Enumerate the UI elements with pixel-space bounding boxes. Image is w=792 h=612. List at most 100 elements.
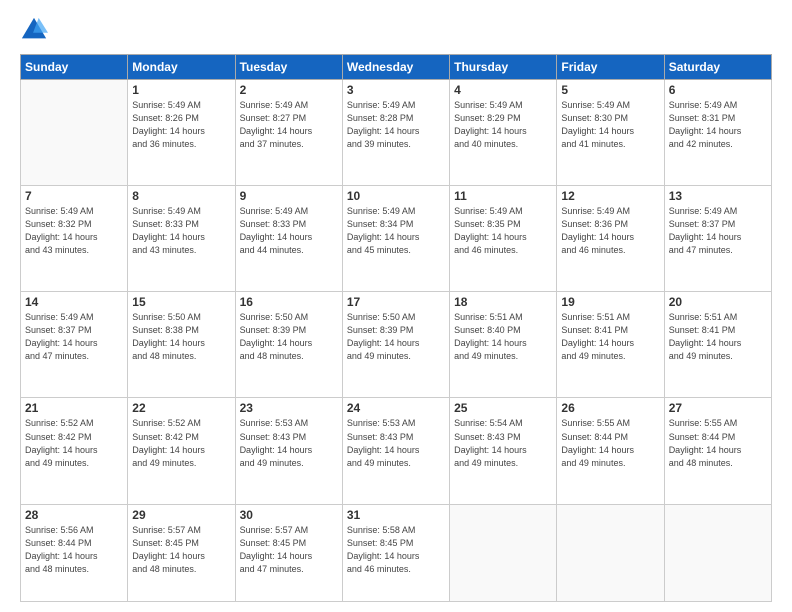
day-number: 15 (132, 295, 230, 309)
weekday-header-tuesday: Tuesday (235, 55, 342, 80)
day-info: Sunrise: 5:51 AM Sunset: 8:41 PM Dayligh… (561, 311, 659, 363)
calendar-cell: 9 Sunrise: 5:49 AM Sunset: 8:33 PM Daylig… (235, 186, 342, 292)
week-row-4: 21 Sunrise: 5:52 AM Sunset: 8:42 PM Dayli… (21, 398, 772, 504)
day-number: 28 (25, 508, 123, 522)
day-number: 5 (561, 83, 659, 97)
day-number: 17 (347, 295, 445, 309)
day-number: 2 (240, 83, 338, 97)
day-number: 24 (347, 401, 445, 415)
day-number: 18 (454, 295, 552, 309)
day-number: 13 (669, 189, 767, 203)
calendar-cell: 1Sunrise: 5:49 AM Sunset: 8:26 PM Daylig… (128, 80, 235, 186)
calendar-cell: 8Sunrise: 5:49 AM Sunset: 8:33 PM Daylig… (128, 186, 235, 292)
weekday-header-thursday: Thursday (450, 55, 557, 80)
calendar-cell: 18 Sunrise: 5:51 AM Sunset: 8:40 PM Dayli… (450, 292, 557, 398)
week-row-1: 1Sunrise: 5:49 AM Sunset: 8:26 PM Daylig… (21, 80, 772, 186)
day-info: Sunrise: 5:50 AM Sunset: 8:39 PM Dayligh… (347, 311, 445, 363)
weekday-header-sunday: Sunday (21, 55, 128, 80)
calendar-cell: 13 Sunrise: 5:49 AM Sunset: 8:37 PM Dayli… (664, 186, 771, 292)
day-info: Sunrise: 5:53 AM Sunset: 8:43 PM Dayligh… (240, 417, 338, 469)
calendar-cell: 26 Sunrise: 5:55 AM Sunset: 8:44 PM Dayli… (557, 398, 664, 504)
calendar-cell: 19 Sunrise: 5:51 AM Sunset: 8:41 PM Dayli… (557, 292, 664, 398)
day-info: Sunrise: 5:49 AM Sunset: 8:30 PM Dayligh… (561, 99, 659, 151)
calendar-cell: 11 Sunrise: 5:49 AM Sunset: 8:35 PM Dayli… (450, 186, 557, 292)
calendar-cell: 27 Sunrise: 5:55 AM Sunset: 8:44 PM Dayli… (664, 398, 771, 504)
day-info: Sunrise: 5:58 AM Sunset: 8:45 PM Dayligh… (347, 524, 445, 576)
calendar-cell: 20 Sunrise: 5:51 AM Sunset: 8:41 PM Dayli… (664, 292, 771, 398)
day-info: Sunrise: 5:54 AM Sunset: 8:43 PM Dayligh… (454, 417, 552, 469)
day-info: Sunrise: 5:49 AM Sunset: 8:29 PM Dayligh… (454, 99, 552, 151)
day-number: 22 (132, 401, 230, 415)
day-info: Sunrise: 5:51 AM Sunset: 8:41 PM Dayligh… (669, 311, 767, 363)
day-number: 29 (132, 508, 230, 522)
weekday-header-wednesday: Wednesday (342, 55, 449, 80)
calendar-cell: 15 Sunrise: 5:50 AM Sunset: 8:38 PM Dayli… (128, 292, 235, 398)
day-info: Sunrise: 5:52 AM Sunset: 8:42 PM Dayligh… (25, 417, 123, 469)
day-number: 8 (132, 189, 230, 203)
day-info: Sunrise: 5:57 AM Sunset: 8:45 PM Dayligh… (132, 524, 230, 576)
day-info: Sunrise: 5:49 AM Sunset: 8:31 PM Dayligh… (669, 99, 767, 151)
calendar-cell: 12Sunrise: 5:49 AM Sunset: 8:36 PM Dayli… (557, 186, 664, 292)
calendar-cell: 25 Sunrise: 5:54 AM Sunset: 8:43 PM Dayli… (450, 398, 557, 504)
day-info: Sunrise: 5:49 AM Sunset: 8:28 PM Dayligh… (347, 99, 445, 151)
day-number: 21 (25, 401, 123, 415)
weekday-header-row: SundayMondayTuesdayWednesdayThursdayFrid… (21, 55, 772, 80)
day-info: Sunrise: 5:49 AM Sunset: 8:37 PM Dayligh… (25, 311, 123, 363)
day-number: 16 (240, 295, 338, 309)
day-number: 31 (347, 508, 445, 522)
day-info: Sunrise: 5:55 AM Sunset: 8:44 PM Dayligh… (669, 417, 767, 469)
day-number: 23 (240, 401, 338, 415)
day-info: Sunrise: 5:49 AM Sunset: 8:37 PM Dayligh… (669, 205, 767, 257)
day-info: Sunrise: 5:49 AM Sunset: 8:27 PM Dayligh… (240, 99, 338, 151)
calendar-cell (21, 80, 128, 186)
calendar-cell: 23 Sunrise: 5:53 AM Sunset: 8:43 PM Dayli… (235, 398, 342, 504)
day-number: 26 (561, 401, 659, 415)
calendar-cell (450, 504, 557, 601)
day-number: 25 (454, 401, 552, 415)
day-info: Sunrise: 5:49 AM Sunset: 8:32 PM Dayligh… (25, 205, 123, 257)
calendar-cell: 4Sunrise: 5:49 AM Sunset: 8:29 PM Daylig… (450, 80, 557, 186)
calendar-cell: 17 Sunrise: 5:50 AM Sunset: 8:39 PM Dayli… (342, 292, 449, 398)
day-number: 14 (25, 295, 123, 309)
weekday-header-saturday: Saturday (664, 55, 771, 80)
day-info: Sunrise: 5:55 AM Sunset: 8:44 PM Dayligh… (561, 417, 659, 469)
week-row-3: 14 Sunrise: 5:49 AM Sunset: 8:37 PM Dayli… (21, 292, 772, 398)
calendar-cell: 5 Sunrise: 5:49 AM Sunset: 8:30 PM Daylig… (557, 80, 664, 186)
calendar-cell: 16 Sunrise: 5:50 AM Sunset: 8:39 PM Dayli… (235, 292, 342, 398)
day-number: 30 (240, 508, 338, 522)
day-number: 7 (25, 189, 123, 203)
header (20, 16, 772, 44)
calendar-cell: 28 Sunrise: 5:56 AM Sunset: 8:44 PM Dayli… (21, 504, 128, 601)
day-info: Sunrise: 5:49 AM Sunset: 8:34 PM Dayligh… (347, 205, 445, 257)
calendar-cell: 31 Sunrise: 5:58 AM Sunset: 8:45 PM Dayli… (342, 504, 449, 601)
day-number: 3 (347, 83, 445, 97)
day-info: Sunrise: 5:52 AM Sunset: 8:42 PM Dayligh… (132, 417, 230, 469)
day-info: Sunrise: 5:49 AM Sunset: 8:36 PM Dayligh… (561, 205, 659, 257)
calendar-cell: 2 Sunrise: 5:49 AM Sunset: 8:27 PM Daylig… (235, 80, 342, 186)
day-number: 20 (669, 295, 767, 309)
day-info: Sunrise: 5:50 AM Sunset: 8:38 PM Dayligh… (132, 311, 230, 363)
calendar-cell: 24Sunrise: 5:53 AM Sunset: 8:43 PM Dayli… (342, 398, 449, 504)
day-info: Sunrise: 5:49 AM Sunset: 8:33 PM Dayligh… (240, 205, 338, 257)
day-info: Sunrise: 5:50 AM Sunset: 8:39 PM Dayligh… (240, 311, 338, 363)
week-row-5: 28 Sunrise: 5:56 AM Sunset: 8:44 PM Dayli… (21, 504, 772, 601)
weekday-header-friday: Friday (557, 55, 664, 80)
day-number: 27 (669, 401, 767, 415)
calendar-cell: 14 Sunrise: 5:49 AM Sunset: 8:37 PM Dayli… (21, 292, 128, 398)
calendar-cell (557, 504, 664, 601)
day-number: 9 (240, 189, 338, 203)
calendar-cell: 29 Sunrise: 5:57 AM Sunset: 8:45 PM Dayli… (128, 504, 235, 601)
logo (20, 16, 52, 44)
day-info: Sunrise: 5:49 AM Sunset: 8:35 PM Dayligh… (454, 205, 552, 257)
logo-icon (20, 16, 48, 44)
calendar-cell (664, 504, 771, 601)
day-info: Sunrise: 5:56 AM Sunset: 8:44 PM Dayligh… (25, 524, 123, 576)
day-number: 19 (561, 295, 659, 309)
calendar-table: SundayMondayTuesdayWednesdayThursdayFrid… (20, 54, 772, 602)
calendar-cell: 7 Sunrise: 5:49 AM Sunset: 8:32 PM Daylig… (21, 186, 128, 292)
calendar-cell: 22 Sunrise: 5:52 AM Sunset: 8:42 PM Dayli… (128, 398, 235, 504)
day-number: 11 (454, 189, 552, 203)
page: SundayMondayTuesdayWednesdayThursdayFrid… (0, 0, 792, 612)
day-info: Sunrise: 5:51 AM Sunset: 8:40 PM Dayligh… (454, 311, 552, 363)
calendar-cell: 6Sunrise: 5:49 AM Sunset: 8:31 PM Daylig… (664, 80, 771, 186)
